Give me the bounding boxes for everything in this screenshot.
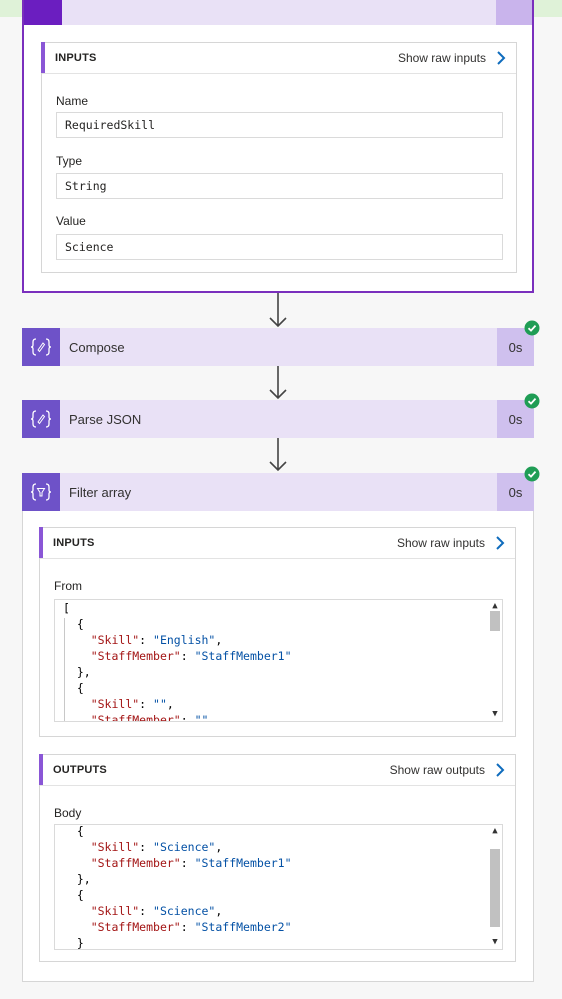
inputs-panel-header: INPUTS Show raw inputs: [39, 527, 515, 559]
show-raw-outputs-link[interactable]: Show raw outputs: [390, 763, 485, 777]
code-line: "Skill": "English",: [90, 633, 223, 647]
code-line: "Skill": "Science",: [90, 904, 223, 918]
inputs-panel-header: INPUTS Show raw inputs: [41, 42, 516, 74]
code-line: {: [63, 824, 84, 838]
type-field[interactable]: String: [56, 173, 503, 199]
action-name: Compose: [69, 340, 125, 355]
success-check-icon: [524, 320, 540, 336]
outputs-title: OUTPUTS: [53, 764, 107, 776]
body-scrollbar[interactable]: ▲ ▼: [488, 825, 502, 949]
value-field[interactable]: Science: [56, 234, 503, 260]
scroll-up-icon[interactable]: ▲: [490, 602, 500, 611]
arrow-down-icon: [269, 437, 287, 472]
code-line: {: [63, 617, 84, 631]
value-label: Value: [56, 214, 86, 228]
filter-braces-icon: [22, 473, 60, 511]
from-code-viewer[interactable]: [ { "Skill": "English", "StaffMember": "…: [54, 599, 503, 722]
show-raw-inputs-link[interactable]: Show raw inputs: [398, 51, 486, 65]
body-code-lines: { "Skill": "Science", "StaffMember": "St…: [63, 824, 292, 950]
type-label: Type: [56, 154, 83, 168]
action-compose[interactable]: Compose 0s: [22, 328, 534, 366]
filter-inputs-panel: INPUTS Show raw inputs From [ { "Skill":…: [39, 527, 516, 737]
action-filter-array[interactable]: Filter array 0s: [22, 473, 534, 511]
from-label: From: [54, 579, 82, 593]
success-check-icon: [524, 393, 540, 409]
panel-accent: [39, 754, 43, 785]
action-name: Filter array: [69, 485, 132, 500]
code-line: "StaffMember": "StaffMember2": [90, 920, 292, 934]
curly-braces-icon: [22, 400, 60, 438]
success-check-icon: [524, 466, 540, 482]
curly-braces-icon: [22, 328, 60, 366]
scroll-down-icon[interactable]: ▼: [490, 938, 500, 947]
scroll-thumb[interactable]: [490, 849, 500, 927]
filter-outputs-panel: OUTPUTS Show raw outputs Body { "Skill":…: [39, 754, 516, 962]
chevron-right-icon[interactable]: [494, 50, 508, 66]
arrow-down-icon: [269, 365, 287, 400]
card-header[interactable]: [24, 0, 532, 25]
code-line: },: [63, 665, 91, 679]
panel-accent: [41, 42, 45, 73]
outputs-panel-header: OUTPUTS Show raw outputs: [39, 754, 515, 786]
code-line: {: [63, 888, 84, 902]
action-parse-json[interactable]: Parse JSON 0s: [22, 400, 534, 438]
code-line: [: [63, 601, 70, 615]
scroll-thumb[interactable]: [490, 611, 500, 631]
scroll-down-icon[interactable]: ▼: [490, 710, 500, 719]
inputs-title: INPUTS: [55, 52, 97, 64]
code-line: }: [63, 936, 84, 950]
inputs-title: INPUTS: [53, 537, 95, 549]
code-line: {: [63, 681, 84, 695]
from-code-lines: [ { "Skill": "English", "StaffMember": "…: [63, 600, 292, 722]
code-line: "StaffMember": "": [90, 713, 209, 722]
body-code-viewer[interactable]: { "Skill": "Science", "StaffMember": "St…: [54, 824, 503, 950]
scroll-up-icon[interactable]: ▲: [490, 827, 500, 836]
show-raw-inputs-link[interactable]: Show raw inputs: [397, 536, 485, 550]
code-line: },: [63, 872, 91, 886]
arrow-down-icon: [269, 293, 287, 328]
from-scrollbar[interactable]: ▲ ▼: [488, 600, 502, 721]
name-field[interactable]: RequiredSkill: [56, 112, 503, 138]
code-line: "StaffMember": "StaffMember1": [90, 649, 292, 663]
card-duration-area: [496, 0, 532, 25]
chevron-right-icon[interactable]: [493, 762, 507, 778]
chevron-right-icon[interactable]: [493, 535, 507, 551]
code-line: "Skill": "",: [90, 697, 174, 711]
code-line: "Skill": "Science",: [90, 840, 223, 854]
code-line: "StaffMember": "StaffMember1": [90, 856, 292, 870]
inputs-panel: INPUTS Show raw inputs Name RequiredSkil…: [41, 42, 517, 273]
body-label: Body: [54, 806, 82, 820]
name-label: Name: [56, 94, 89, 108]
card-icon-area: [24, 0, 62, 25]
panel-accent: [39, 527, 43, 558]
action-name: Parse JSON: [69, 412, 142, 427]
initialize-variable-card[interactable]: INPUTS Show raw inputs Name RequiredSkil…: [22, 0, 534, 293]
